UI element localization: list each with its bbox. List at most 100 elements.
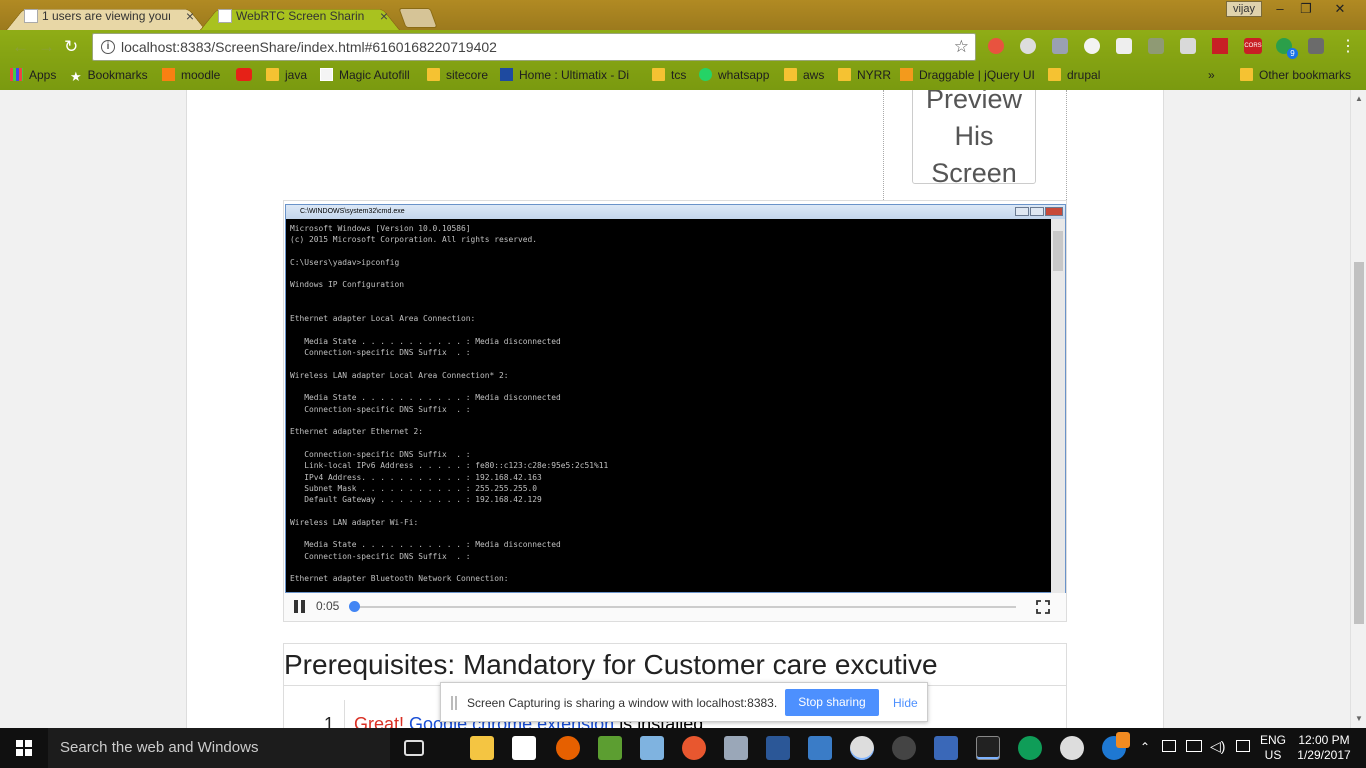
- close-tab-icon[interactable]: ×: [380, 3, 388, 29]
- restore-button[interactable]: ❐: [1292, 0, 1320, 18]
- volume-icon[interactable]: ◁): [1210, 738, 1225, 755]
- preview-screen-button[interactable]: Preview His Screen: [912, 90, 1036, 188]
- windows-start-icon[interactable]: [16, 740, 32, 756]
- bookmark-youtube[interactable]: [236, 68, 258, 82]
- video-progress-knob[interactable]: [348, 601, 360, 612]
- hide-button[interactable]: Hide: [893, 696, 918, 710]
- bookmark-sitecore[interactable]: sitecore: [427, 68, 488, 82]
- extension-icon[interactable]: [1116, 38, 1132, 54]
- pause-icon[interactable]: [294, 600, 306, 613]
- taskbar-clock[interactable]: 12:00 PM 1/29/2017: [1296, 733, 1352, 763]
- bookmark-bookmarks[interactable]: ★ Bookmarks: [70, 68, 148, 84]
- tab-webrtc[interactable]: WebRTC Screen Sharing ×: [200, 3, 400, 30]
- visual-studio-icon[interactable]: [808, 736, 832, 760]
- cmd-window-title: C:\WINDOWS\system32\cmd.exe: [300, 208, 405, 215]
- network-app-icon[interactable]: [934, 736, 958, 760]
- bookmark-drupal[interactable]: drupal: [1048, 68, 1100, 82]
- fullscreen-icon[interactable]: [1036, 600, 1050, 614]
- bookmark-java[interactable]: java: [266, 68, 307, 82]
- bookmark-star-icon[interactable]: ☆: [954, 34, 969, 60]
- bookmark-whatsapp[interactable]: whatsapp: [699, 68, 769, 82]
- chrome-icon[interactable]: [1060, 736, 1084, 760]
- scroll-up-icon[interactable]: ▲: [1355, 94, 1363, 103]
- bookmark-other[interactable]: Other bookmarks: [1240, 68, 1351, 82]
- network-icon[interactable]: [1186, 740, 1202, 752]
- tab-viewers[interactable]: 1 users are viewing your ×: [6, 3, 206, 30]
- folder-icon: [266, 68, 279, 81]
- scroll-down-icon[interactable]: ▼: [1355, 714, 1363, 723]
- page-content: Preview His Screen C:\WINDOWS\system32\c…: [186, 90, 1164, 728]
- forward-button[interactable]: →: [38, 37, 55, 57]
- extension-icon[interactable]: [1020, 38, 1036, 54]
- battery-icon[interactable]: [1162, 740, 1176, 752]
- task-view-icon[interactable]: [404, 740, 424, 756]
- video-time: 0:05: [316, 599, 340, 613]
- bookmarks-bar: Apps ★ Bookmarks moodle java Magic Autofi…: [0, 64, 1366, 88]
- youtube-icon: [236, 68, 252, 81]
- browser-chrome: 1 users are viewing your × WebRTC Screen…: [0, 0, 1366, 90]
- tata-icon: [500, 68, 513, 81]
- minimize-button[interactable]: –: [1266, 0, 1294, 18]
- language-indicator[interactable]: ENG US: [1260, 733, 1286, 763]
- console-output: Microsoft Windows [Version 10.0.10586] (…: [290, 224, 609, 584]
- extension-icon[interactable]: [1212, 38, 1228, 54]
- notepadpp-icon[interactable]: [598, 736, 622, 760]
- extension-icon[interactable]: [1180, 38, 1196, 54]
- chevron-up-icon[interactable]: ⌃: [1140, 740, 1150, 754]
- extension-icon[interactable]: [988, 38, 1004, 54]
- url-text: localhost:8383/ScreenShare/index.html#61…: [121, 39, 497, 55]
- cmd-icon[interactable]: [976, 736, 1000, 760]
- close-window-button[interactable]: ✕: [1326, 0, 1354, 18]
- postman-icon[interactable]: [682, 736, 706, 760]
- profile-button[interactable]: vijay: [1226, 1, 1262, 17]
- bookmark-moodle[interactable]: moodle: [162, 68, 220, 82]
- address-bar[interactable]: i localhost:8383/ScreenShare/index.html#…: [92, 33, 976, 61]
- page-icon: [24, 9, 38, 23]
- page-icon: [218, 9, 232, 23]
- chrome-icon[interactable]: [850, 736, 874, 760]
- menu-icon[interactable]: ⋮: [1340, 36, 1356, 56]
- info-icon[interactable]: i: [101, 40, 115, 54]
- scrollbar-thumb[interactable]: [1354, 262, 1364, 624]
- store-icon[interactable]: [512, 736, 536, 760]
- word-icon[interactable]: [766, 736, 790, 760]
- bookmark-nyrr[interactable]: NYRR: [838, 68, 891, 82]
- bookmark-apps[interactable]: Apps: [10, 68, 56, 82]
- whatsapp-icon: [699, 68, 712, 81]
- bookmark-aws[interactable]: aws: [784, 68, 824, 82]
- star-icon: ★: [70, 69, 82, 84]
- folder-icon: [427, 68, 440, 81]
- shared-screen-video[interactable]: C:\WINDOWS\system32\cmd.exe Microsoft Wi…: [283, 200, 1067, 622]
- extension-icon[interactable]: [1052, 38, 1068, 54]
- firefox-icon[interactable]: [556, 736, 580, 760]
- taskbar-search[interactable]: Search the web and Windows: [48, 728, 390, 768]
- close-tab-icon[interactable]: ×: [186, 3, 194, 29]
- cmd-window-capture: C:\WINDOWS\system32\cmd.exe Microsoft Wi…: [285, 204, 1066, 594]
- action-center-icon[interactable]: [1236, 740, 1250, 752]
- drag-handle-icon[interactable]: [451, 696, 457, 710]
- reload-button[interactable]: ↻: [64, 37, 78, 57]
- bookmark-tcs[interactable]: tcs: [652, 68, 686, 82]
- tab-strip: 1 users are viewing your × WebRTC Screen…: [0, 0, 1366, 30]
- bookmark-magic-autofill[interactable]: Magic Autofill: [320, 68, 410, 82]
- status-great: Great!: [354, 714, 405, 728]
- obs-icon[interactable]: [892, 736, 916, 760]
- back-button[interactable]: ←: [12, 37, 29, 57]
- extension-icon[interactable]: [1084, 38, 1100, 54]
- cors-extension-icon[interactable]: CORS: [1244, 38, 1262, 54]
- extension-icon[interactable]: [1148, 38, 1164, 54]
- bookmark-ultimatix[interactable]: Home : Ultimatix - Di: [500, 68, 629, 82]
- stop-sharing-button[interactable]: Stop sharing: [785, 689, 879, 716]
- new-tab-button[interactable]: [398, 8, 438, 28]
- video-progress-track[interactable]: [354, 606, 1016, 608]
- folder-icon: [652, 68, 665, 81]
- bookmarks-overflow-button[interactable]: »: [1208, 68, 1215, 82]
- cast-icon[interactable]: [1308, 38, 1324, 54]
- remote-desktop-icon[interactable]: [724, 736, 748, 760]
- file-explorer-icon[interactable]: [470, 736, 494, 760]
- page-scrollbar[interactable]: ▲ ▼: [1350, 90, 1366, 728]
- item-number: 1: [324, 714, 335, 728]
- hangouts-icon[interactable]: [1018, 736, 1042, 760]
- virtualbox-icon[interactable]: [640, 736, 664, 760]
- bookmark-draggable[interactable]: Draggable | jQuery UI: [900, 68, 1035, 82]
